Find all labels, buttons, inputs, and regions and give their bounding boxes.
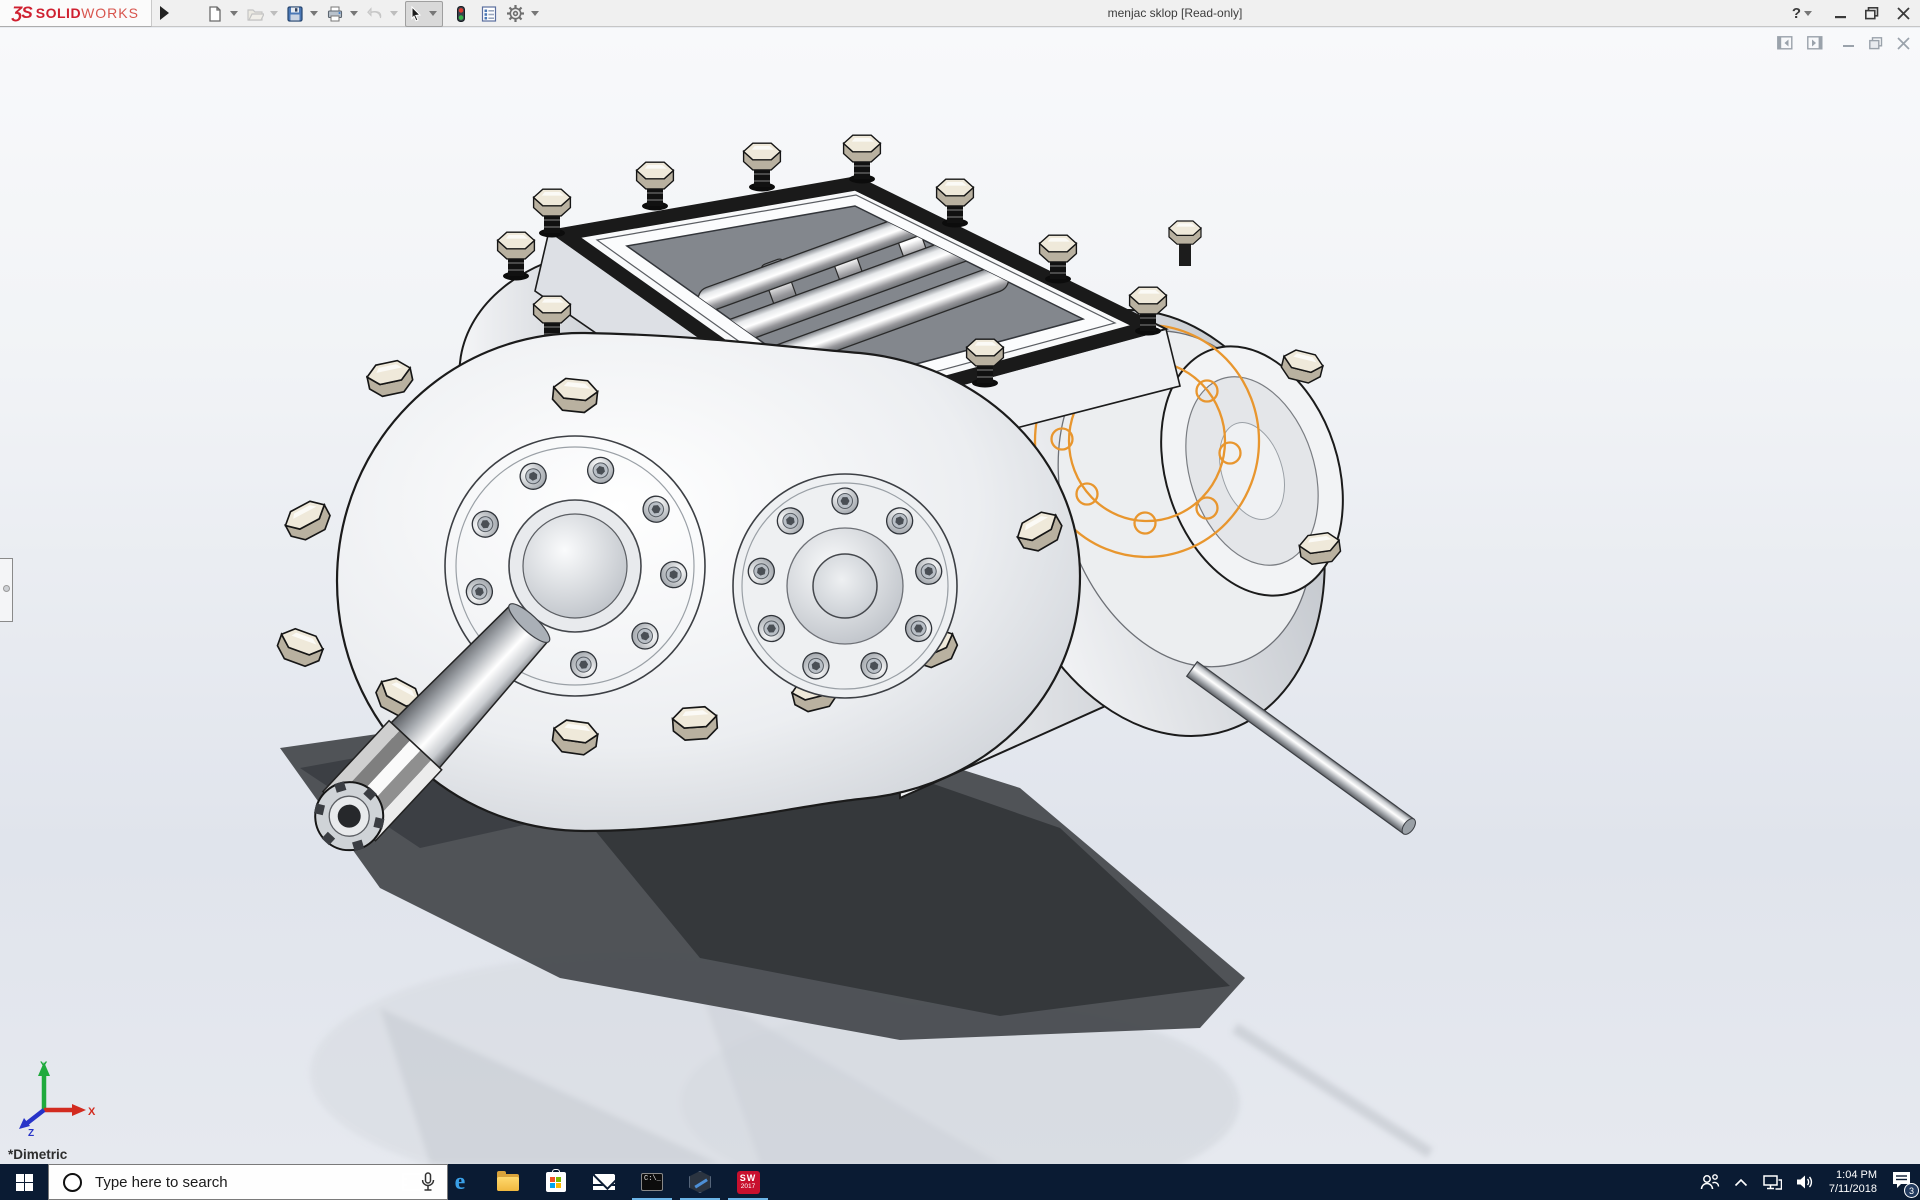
options-gear-icon	[507, 5, 524, 22]
options-dropdown[interactable]	[531, 11, 539, 16]
feature-tree-collapsed-tab[interactable]	[0, 558, 13, 622]
print-dropdown[interactable]	[350, 11, 358, 16]
taskbar-app-icons: e C:\_ SW 2017	[388, 1164, 772, 1200]
hex-app-icon	[689, 1171, 711, 1193]
solidworks-2017-icon: SW 2017	[736, 1170, 760, 1194]
volume-icon[interactable]	[1796, 1174, 1815, 1190]
close-button[interactable]	[1897, 7, 1910, 20]
new-document-button[interactable]	[205, 2, 225, 26]
open-button[interactable]	[245, 2, 265, 26]
tab-handle-dot	[3, 585, 10, 592]
output-flange	[732, 473, 958, 699]
title-bar: ƷS SOLID WORKS menjac sklop [Read-only] …	[0, 0, 1920, 27]
notification-badge: 3	[1904, 1183, 1919, 1198]
mail-button[interactable]	[580, 1164, 628, 1200]
file-properties-icon	[481, 5, 497, 22]
select-tool-button[interactable]	[406, 2, 426, 26]
solidworks-taskbar-button[interactable]: SW 2017	[724, 1164, 772, 1200]
hidden-icons-chevron[interactable]	[1734, 1178, 1748, 1187]
undo-button[interactable]	[365, 2, 385, 26]
graphics-area[interactable]: Y X Z *Dimetric	[0, 28, 1920, 1200]
rebuild-button[interactable]	[451, 2, 471, 26]
task-view-button[interactable]	[388, 1164, 436, 1200]
doc-close-button[interactable]	[1897, 36, 1910, 50]
save-icon	[287, 5, 303, 22]
document-title: menjac sklop [Read-only]	[1107, 6, 1243, 20]
network-icon[interactable]	[1762, 1174, 1782, 1191]
command-prompt-icon: C:\_	[641, 1173, 663, 1191]
gearbox-3d-model	[273, 28, 1433, 1200]
store-icon	[546, 1169, 566, 1192]
print-icon	[327, 6, 343, 21]
select-dropdown[interactable]	[429, 11, 437, 16]
windows-logo-icon	[15, 1173, 33, 1191]
hex-app-button[interactable]	[676, 1164, 724, 1200]
minimize-button[interactable]	[1835, 8, 1847, 20]
save-button[interactable]	[285, 2, 305, 26]
help-dropdown[interactable]	[1804, 11, 1812, 16]
file-properties-button[interactable]	[479, 2, 499, 26]
view-orientation-label: *Dimetric	[8, 1147, 68, 1162]
logo-mark: ƷS	[12, 3, 33, 22]
taskbar-clock[interactable]: 1:04 PM 7/11/2018	[1829, 1168, 1877, 1197]
open-icon	[247, 8, 264, 21]
solidworks-logo: ƷS SOLID WORKS	[0, 0, 152, 27]
task-view-icon	[402, 1173, 422, 1191]
menu-flyout-arrow[interactable]	[160, 6, 169, 20]
orientation-triad: Y X Z	[19, 1060, 96, 1136]
cortana-icon[interactable]	[63, 1172, 82, 1192]
search-placeholder: Type here to search	[95, 1173, 228, 1191]
triad-x-label: X	[88, 1106, 96, 1118]
thin-shaft	[1185, 660, 1416, 835]
edge-icon: e	[454, 1168, 466, 1195]
start-button[interactable]	[0, 1164, 48, 1200]
pane-collapse-left-button[interactable]	[1777, 36, 1793, 50]
quick-access-toolbar	[205, 0, 544, 27]
restore-button[interactable]	[1865, 7, 1879, 20]
file-explorer-icon	[497, 1170, 519, 1191]
options-button[interactable]	[505, 2, 526, 26]
clock-date: 7/11/2018	[1828, 1183, 1877, 1195]
clock-time: 1:04 PM	[1836, 1168, 1877, 1181]
edge-button[interactable]: e	[436, 1164, 484, 1200]
doc-restore-button[interactable]	[1869, 36, 1883, 50]
new-dropdown[interactable]	[230, 11, 238, 16]
open-dropdown[interactable]	[270, 11, 278, 16]
undo-dropdown[interactable]	[390, 11, 398, 16]
pane-collapse-right-button[interactable]	[1807, 36, 1823, 50]
rebuild-traffic-light-icon	[457, 5, 465, 22]
print-button[interactable]	[325, 2, 345, 26]
document-window-controls	[1777, 36, 1910, 50]
file-explorer-button[interactable]	[484, 1164, 532, 1200]
people-icon[interactable]	[1700, 1173, 1720, 1191]
windows-taskbar: Type here to search e C:\_ SW 2017 1:04 …	[0, 1164, 1920, 1200]
store-button[interactable]	[532, 1164, 580, 1200]
help-button[interactable]: ?	[1792, 5, 1801, 22]
system-tray: 1:04 PM 7/11/2018 3	[1700, 1164, 1920, 1200]
triad-y-label: Y	[40, 1060, 48, 1072]
action-center-button[interactable]: 3	[1891, 1170, 1919, 1198]
mail-icon	[593, 1174, 615, 1190]
command-prompt-button[interactable]: C:\_	[628, 1164, 676, 1200]
new-document-icon	[209, 5, 221, 22]
select-cursor-icon	[411, 5, 422, 21]
undo-icon	[367, 6, 382, 18]
triad-z-label: Z	[28, 1128, 34, 1136]
window-controls: ?	[1792, 0, 1910, 27]
save-dropdown[interactable]	[310, 11, 318, 16]
doc-minimize-button[interactable]	[1843, 37, 1855, 49]
